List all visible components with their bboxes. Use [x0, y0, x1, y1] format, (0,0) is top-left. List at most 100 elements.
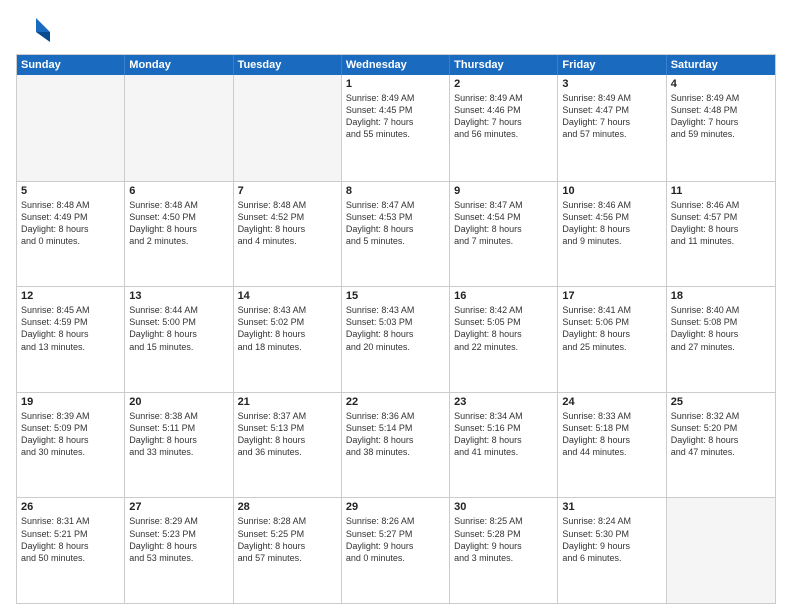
day-number: 16 [454, 290, 553, 302]
cell-text: Sunrise: 8:40 AM Sunset: 5:08 PM Dayligh… [671, 304, 771, 353]
header-day-wednesday: Wednesday [342, 55, 450, 75]
calendar-cell: 20Sunrise: 8:38 AM Sunset: 5:11 PM Dayli… [125, 393, 233, 498]
calendar-cell: 15 Sunrise: 8:43 AM Sunset: 5:03 PM Dayli… [342, 287, 450, 392]
cell-text: Sunrise: 8:24 AM Sunset: 5:30 PM Dayligh… [562, 515, 661, 564]
calendar-cell: 4 Sunrise: 8:49 AM Sunset: 4:48 PM Daylig… [667, 75, 775, 181]
page: SundayMondayTuesdayWednesdayThursdayFrid… [0, 0, 792, 612]
cell-text: Sunrise: 8:37 AM Sunset: 5:13 PM Dayligh… [238, 410, 337, 459]
day-number: 11 [671, 185, 771, 197]
cell-text: Sunrise: 8:43 AM Sunset: 5:02 PM Dayligh… [238, 304, 337, 353]
calendar-cell [125, 75, 233, 181]
day-number: 12 [21, 290, 120, 302]
day-number: 24 [562, 396, 661, 408]
header-day-friday: Friday [558, 55, 666, 75]
day-number: 27 [129, 501, 228, 513]
calendar-cell: 29Sunrise: 8:26 AM Sunset: 5:27 PM Dayli… [342, 498, 450, 603]
day-number: 5 [21, 185, 120, 197]
day-number: 13 [129, 290, 228, 302]
calendar-cell: 19 Sunrise: 8:39 AM Sunset: 5:09 PM Dayli… [17, 393, 125, 498]
calendar-cell: 22Sunrise: 8:36 AM Sunset: 5:14 PM Dayli… [342, 393, 450, 498]
day-number: 17 [562, 290, 661, 302]
day-number: 15 [346, 290, 445, 302]
day-number: 19 [21, 396, 120, 408]
day-number: 29 [346, 501, 445, 513]
cell-text: Sunrise: 8:48 AM Sunset: 4:52 PM Dayligh… [238, 199, 337, 248]
cell-text: Sunrise: 8:32 AM Sunset: 5:20 PM Dayligh… [671, 410, 771, 459]
calendar-cell: 28 Sunrise: 8:28 AM Sunset: 5:25 PM Dayli… [234, 498, 342, 603]
calendar-cell: 5 Sunrise: 8:48 AM Sunset: 4:49 PM Daylig… [17, 182, 125, 287]
calendar-cell [667, 498, 775, 603]
day-number: 23 [454, 396, 553, 408]
calendar-cell: 30Sunrise: 8:25 AM Sunset: 5:28 PM Dayli… [450, 498, 558, 603]
day-number: 10 [562, 185, 661, 197]
logo [16, 12, 56, 48]
calendar-cell: 31Sunrise: 8:24 AM Sunset: 5:30 PM Dayli… [558, 498, 666, 603]
day-number: 2 [454, 78, 553, 90]
cell-text: Sunrise: 8:33 AM Sunset: 5:18 PM Dayligh… [562, 410, 661, 459]
calendar-week-3: 12 Sunrise: 8:45 AM Sunset: 4:59 PM Dayli… [17, 286, 775, 392]
calendar-cell: 21 Sunrise: 8:37 AM Sunset: 5:13 PM Dayli… [234, 393, 342, 498]
day-number: 21 [238, 396, 337, 408]
calendar-cell: 11Sunrise: 8:46 AM Sunset: 4:57 PM Dayli… [667, 182, 775, 287]
cell-text: Sunrise: 8:29 AM Sunset: 5:23 PM Dayligh… [129, 515, 228, 564]
cell-text: Sunrise: 8:49 AM Sunset: 4:45 PM Dayligh… [346, 92, 445, 141]
day-number: 28 [238, 501, 337, 513]
cell-text: Sunrise: 8:48 AM Sunset: 4:49 PM Dayligh… [21, 199, 120, 248]
calendar-cell: 14 Sunrise: 8:43 AM Sunset: 5:02 PM Dayli… [234, 287, 342, 392]
calendar-cell: 3 Sunrise: 8:49 AM Sunset: 4:47 PM Daylig… [558, 75, 666, 181]
cell-text: Sunrise: 8:34 AM Sunset: 5:16 PM Dayligh… [454, 410, 553, 459]
cell-text: Sunrise: 8:41 AM Sunset: 5:06 PM Dayligh… [562, 304, 661, 353]
cell-text: Sunrise: 8:44 AM Sunset: 5:00 PM Dayligh… [129, 304, 228, 353]
cell-text: Sunrise: 8:48 AM Sunset: 4:50 PM Dayligh… [129, 199, 228, 248]
cell-text: Sunrise: 8:45 AM Sunset: 4:59 PM Dayligh… [21, 304, 120, 353]
day-number: 3 [562, 78, 661, 90]
day-number: 6 [129, 185, 228, 197]
calendar-header-row: SundayMondayTuesdayWednesdayThursdayFrid… [17, 55, 775, 75]
day-number: 25 [671, 396, 771, 408]
calendar-cell: 8 Sunrise: 8:47 AM Sunset: 4:53 PM Daylig… [342, 182, 450, 287]
calendar-cell: 24 Sunrise: 8:33 AM Sunset: 5:18 PM Dayli… [558, 393, 666, 498]
calendar-cell: 17 Sunrise: 8:41 AM Sunset: 5:06 PM Dayli… [558, 287, 666, 392]
day-number: 4 [671, 78, 771, 90]
cell-text: Sunrise: 8:36 AM Sunset: 5:14 PM Dayligh… [346, 410, 445, 459]
day-number: 8 [346, 185, 445, 197]
day-number: 9 [454, 185, 553, 197]
calendar: SundayMondayTuesdayWednesdayThursdayFrid… [16, 54, 776, 604]
calendar-cell: 16 Sunrise: 8:42 AM Sunset: 5:05 PM Dayli… [450, 287, 558, 392]
cell-text: Sunrise: 8:46 AM Sunset: 4:56 PM Dayligh… [562, 199, 661, 248]
calendar-cell [17, 75, 125, 181]
logo-icon [16, 12, 52, 48]
calendar-cell: 26Sunrise: 8:31 AM Sunset: 5:21 PM Dayli… [17, 498, 125, 603]
calendar-cell: 13 Sunrise: 8:44 AM Sunset: 5:00 PM Dayli… [125, 287, 233, 392]
cell-text: Sunrise: 8:47 AM Sunset: 4:54 PM Dayligh… [454, 199, 553, 248]
calendar-cell: 7Sunrise: 8:48 AM Sunset: 4:52 PM Daylig… [234, 182, 342, 287]
day-number: 18 [671, 290, 771, 302]
header [16, 12, 776, 48]
calendar-cell: 12 Sunrise: 8:45 AM Sunset: 4:59 PM Dayli… [17, 287, 125, 392]
calendar-week-5: 26Sunrise: 8:31 AM Sunset: 5:21 PM Dayli… [17, 497, 775, 603]
calendar-cell: 2 Sunrise: 8:49 AM Sunset: 4:46 PM Daylig… [450, 75, 558, 181]
calendar-cell: 9 Sunrise: 8:47 AM Sunset: 4:54 PM Daylig… [450, 182, 558, 287]
header-day-tuesday: Tuesday [234, 55, 342, 75]
calendar-cell: 6 Sunrise: 8:48 AM Sunset: 4:50 PM Daylig… [125, 182, 233, 287]
cell-text: Sunrise: 8:28 AM Sunset: 5:25 PM Dayligh… [238, 515, 337, 564]
cell-text: Sunrise: 8:39 AM Sunset: 5:09 PM Dayligh… [21, 410, 120, 459]
header-day-saturday: Saturday [667, 55, 775, 75]
calendar-cell: 10 Sunrise: 8:46 AM Sunset: 4:56 PM Dayli… [558, 182, 666, 287]
cell-text: Sunrise: 8:49 AM Sunset: 4:46 PM Dayligh… [454, 92, 553, 141]
day-number: 1 [346, 78, 445, 90]
calendar-cell: 1 Sunrise: 8:49 AM Sunset: 4:45 PM Daylig… [342, 75, 450, 181]
cell-text: Sunrise: 8:42 AM Sunset: 5:05 PM Dayligh… [454, 304, 553, 353]
calendar-week-2: 5 Sunrise: 8:48 AM Sunset: 4:49 PM Daylig… [17, 181, 775, 287]
cell-text: Sunrise: 8:49 AM Sunset: 4:48 PM Dayligh… [671, 92, 771, 141]
cell-text: Sunrise: 8:47 AM Sunset: 4:53 PM Dayligh… [346, 199, 445, 248]
calendar-week-1: 1 Sunrise: 8:49 AM Sunset: 4:45 PM Daylig… [17, 75, 775, 181]
day-number: 14 [238, 290, 337, 302]
day-number: 20 [129, 396, 228, 408]
cell-text: Sunrise: 8:49 AM Sunset: 4:47 PM Dayligh… [562, 92, 661, 141]
calendar-week-4: 19 Sunrise: 8:39 AM Sunset: 5:09 PM Dayli… [17, 392, 775, 498]
cell-text: Sunrise: 8:25 AM Sunset: 5:28 PM Dayligh… [454, 515, 553, 564]
cell-text: Sunrise: 8:43 AM Sunset: 5:03 PM Dayligh… [346, 304, 445, 353]
cell-text: Sunrise: 8:31 AM Sunset: 5:21 PM Dayligh… [21, 515, 120, 564]
calendar-cell [234, 75, 342, 181]
